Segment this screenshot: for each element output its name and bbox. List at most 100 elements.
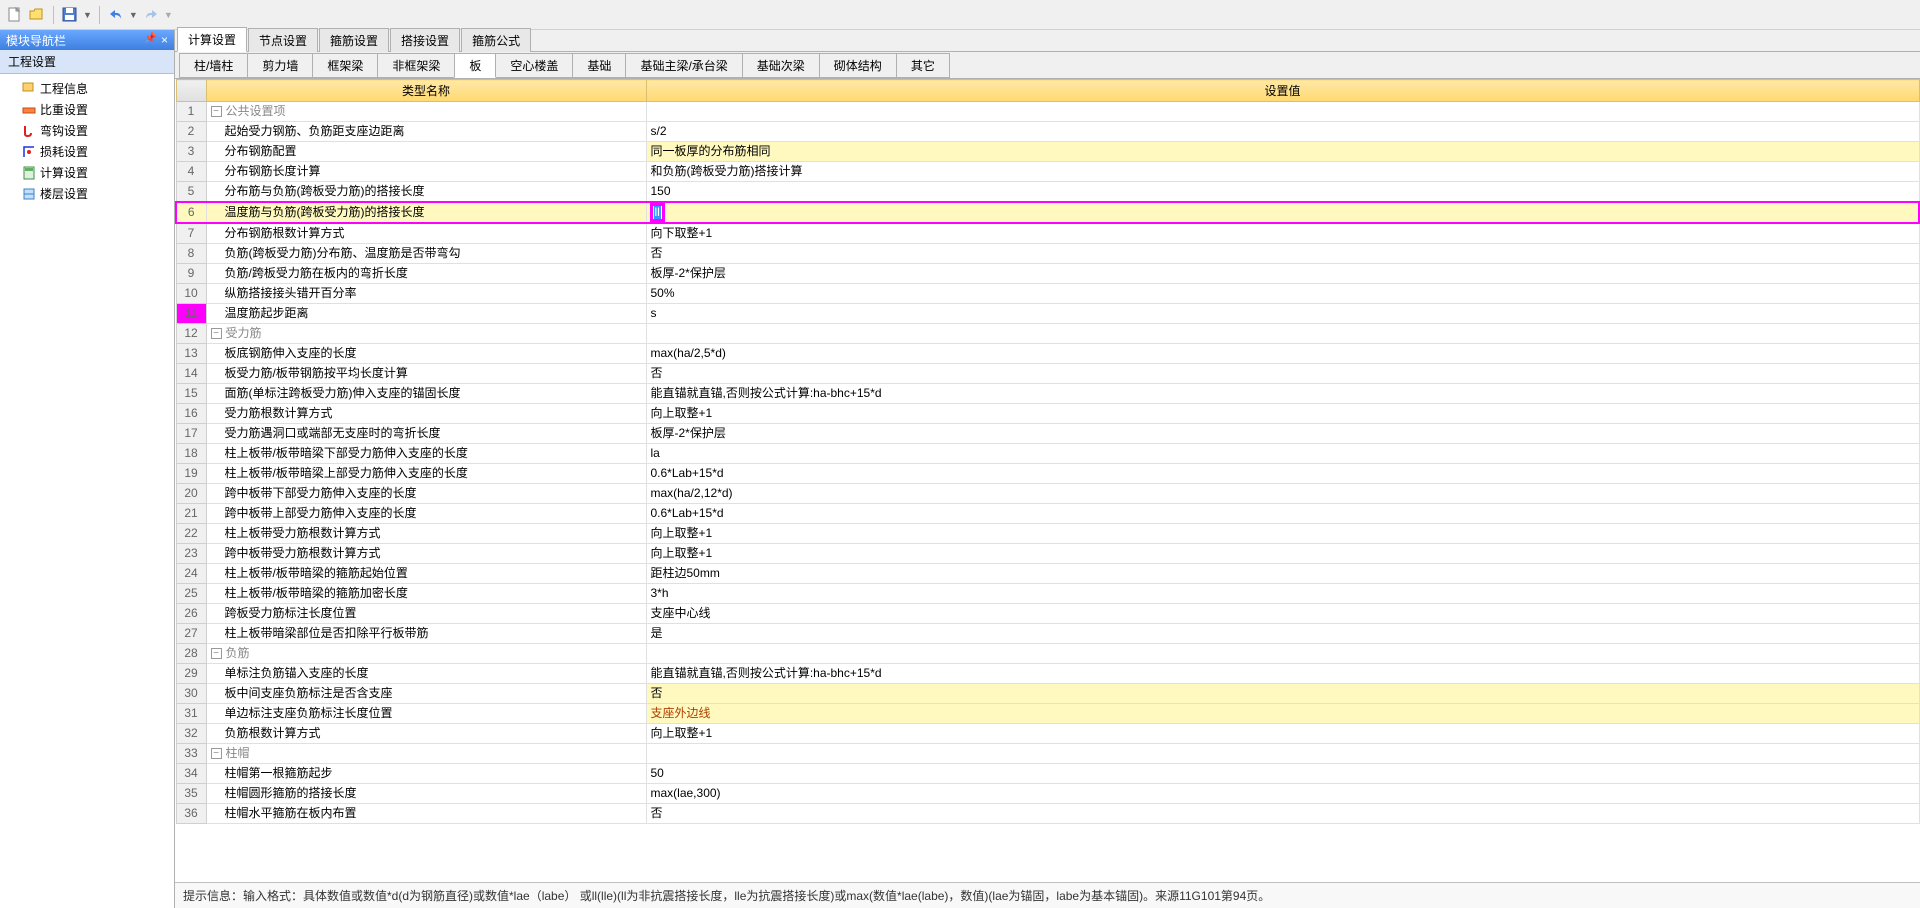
grid-row[interactable]: 24柱上板带/板带暗梁的箍筋起始位置距柱边50mm bbox=[176, 564, 1919, 584]
grid-row[interactable]: 31单边标注支座负筋标注长度位置支座外边线 bbox=[176, 704, 1919, 724]
undo-icon[interactable] bbox=[107, 6, 125, 24]
tab-3[interactable]: 搭接设置 bbox=[390, 28, 460, 52]
setting-value[interactable]: s/2 bbox=[646, 122, 1919, 142]
nav-item-0[interactable]: 工程信息 bbox=[0, 78, 174, 99]
setting-value[interactable]: 向上取整+1 bbox=[646, 544, 1919, 564]
setting-value[interactable]: 0.6*Lab+15*d bbox=[646, 504, 1919, 524]
save-icon[interactable] bbox=[61, 6, 79, 24]
subtab-9[interactable]: 砌体结构 bbox=[819, 53, 897, 78]
subtab-3[interactable]: 非框架梁 bbox=[377, 53, 455, 78]
setting-value[interactable]: 向下取整+1 bbox=[646, 223, 1919, 244]
collapse-icon[interactable]: − bbox=[211, 648, 222, 659]
setting-value[interactable]: s bbox=[646, 304, 1919, 324]
subtab-4[interactable]: 板 bbox=[454, 53, 496, 78]
setting-value[interactable]: max(lae,300) bbox=[646, 784, 1919, 804]
grid-row[interactable]: 10纵筋搭接接头错开百分率50% bbox=[176, 284, 1919, 304]
tab-0[interactable]: 计算设置 bbox=[177, 27, 247, 52]
grid-row[interactable]: 34柱帽第一根箍筋起步50 bbox=[176, 764, 1919, 784]
setting-value[interactable]: max(ha/2,5*d) bbox=[646, 344, 1919, 364]
subtab-2[interactable]: 框架梁 bbox=[312, 53, 378, 78]
grid-row[interactable]: 36柱帽水平箍筋在板内布置否 bbox=[176, 804, 1919, 824]
grid-row[interactable]: 9负筋/跨板受力筋在板内的弯折长度板厚-2*保护层 bbox=[176, 264, 1919, 284]
collapse-icon[interactable]: − bbox=[211, 328, 222, 339]
grid-row[interactable]: 14板受力筋/板带钢筋按平均长度计算否 bbox=[176, 364, 1919, 384]
section-header[interactable]: −受力筋 bbox=[206, 324, 646, 344]
tab-4[interactable]: 箍筋公式 bbox=[461, 28, 531, 52]
tab-1[interactable]: 节点设置 bbox=[248, 28, 318, 52]
grid-row[interactable]: 3分布钢筋配置同一板厚的分布筋相同 bbox=[176, 142, 1919, 162]
setting-value[interactable]: 0.6*Lab+15*d bbox=[646, 464, 1919, 484]
undo-dropdown-icon[interactable]: ▼ bbox=[129, 10, 138, 20]
setting-value[interactable]: 和负筋(跨板受力筋)搭接计算 bbox=[646, 162, 1919, 182]
grid-row[interactable]: 20跨中板带下部受力筋伸入支座的长度max(ha/2,12*d) bbox=[176, 484, 1919, 504]
grid-row[interactable]: 15面筋(单标注跨板受力筋)伸入支座的锚固长度能直锚就直锚,否则按公式计算:ha… bbox=[176, 384, 1919, 404]
grid-row[interactable]: 4分布钢筋长度计算和负筋(跨板受力筋)搭接计算 bbox=[176, 162, 1919, 182]
grid-row[interactable]: 7分布钢筋根数计算方式向下取整+1 bbox=[176, 223, 1919, 244]
setting-value[interactable]: 向上取整+1 bbox=[646, 524, 1919, 544]
grid-row[interactable]: 12−受力筋 bbox=[176, 324, 1919, 344]
grid-row[interactable]: 23跨中板带受力筋根数计算方式向上取整+1 bbox=[176, 544, 1919, 564]
setting-value[interactable]: 是 bbox=[646, 624, 1919, 644]
setting-value[interactable]: 否 bbox=[646, 364, 1919, 384]
setting-value[interactable]: 3*h bbox=[646, 584, 1919, 604]
grid-row[interactable]: 19柱上板带/板带暗梁上部受力筋伸入支座的长度0.6*Lab+15*d bbox=[176, 464, 1919, 484]
grid-row[interactable]: 16受力筋根数计算方式向上取整+1 bbox=[176, 404, 1919, 424]
nav-item-4[interactable]: 计算设置 bbox=[0, 162, 174, 183]
setting-value[interactable]: 50 bbox=[646, 764, 1919, 784]
subtab-7[interactable]: 基础主梁/承台梁 bbox=[625, 53, 742, 78]
pin-icon[interactable]: 📌 bbox=[145, 33, 157, 47]
setting-value[interactable]: 50% bbox=[646, 284, 1919, 304]
setting-value[interactable]: 向上取整+1 bbox=[646, 404, 1919, 424]
collapse-icon[interactable]: − bbox=[211, 106, 222, 117]
grid-row[interactable]: 5分布筋与负筋(跨板受力筋)的搭接长度150 bbox=[176, 182, 1919, 203]
grid-row[interactable]: 27柱上板带暗梁部位是否扣除平行板带筋是 bbox=[176, 624, 1919, 644]
setting-value[interactable]: max(ha/2,12*d) bbox=[646, 484, 1919, 504]
grid-row[interactable]: 35柱帽圆形箍筋的搭接长度max(lae,300) bbox=[176, 784, 1919, 804]
nav-item-1[interactable]: 比重设置 bbox=[0, 99, 174, 120]
col-header-name[interactable]: 类型名称 bbox=[206, 80, 646, 102]
save-dropdown-icon[interactable]: ▼ bbox=[83, 10, 92, 20]
setting-value[interactable]: 板厚-2*保护层 bbox=[646, 264, 1919, 284]
redo-icon[interactable] bbox=[142, 6, 160, 24]
grid-row[interactable]: 25柱上板带/板带暗梁的箍筋加密长度3*h bbox=[176, 584, 1919, 604]
subtab-10[interactable]: 其它 bbox=[896, 53, 950, 78]
setting-value[interactable]: 否 bbox=[646, 684, 1919, 704]
grid-row[interactable]: 29单标注负筋锚入支座的长度能直锚就直锚,否则按公式计算:ha-bhc+15*d bbox=[176, 664, 1919, 684]
close-icon[interactable]: × bbox=[161, 33, 168, 47]
subtab-8[interactable]: 基础次梁 bbox=[742, 53, 820, 78]
section-header[interactable]: −柱帽 bbox=[206, 744, 646, 764]
nav-item-3[interactable]: 损耗设置 bbox=[0, 141, 174, 162]
open-icon[interactable] bbox=[28, 6, 46, 24]
setting-value[interactable]: 同一板厚的分布筋相同 bbox=[646, 142, 1919, 162]
setting-value[interactable]: 向上取整+1 bbox=[646, 724, 1919, 744]
grid-row[interactable]: 6温度筋与负筋(跨板受力筋)的搭接长度ll bbox=[176, 202, 1919, 223]
subtab-5[interactable]: 空心楼盖 bbox=[495, 53, 573, 78]
setting-value[interactable]: 支座外边线 bbox=[646, 704, 1919, 724]
setting-value[interactable]: 能直锚就直锚,否则按公式计算:ha-bhc+15*d bbox=[646, 384, 1919, 404]
nav-item-5[interactable]: 楼层设置 bbox=[0, 183, 174, 204]
subtab-0[interactable]: 柱/墙柱 bbox=[179, 53, 248, 78]
grid-row[interactable]: 32负筋根数计算方式向上取整+1 bbox=[176, 724, 1919, 744]
grid-row[interactable]: 28−负筋 bbox=[176, 644, 1919, 664]
col-header-value[interactable]: 设置值 bbox=[646, 80, 1919, 102]
section-header[interactable]: −负筋 bbox=[206, 644, 646, 664]
grid-row[interactable]: 18柱上板带/板带暗梁下部受力筋伸入支座的长度la bbox=[176, 444, 1919, 464]
grid-row[interactable]: 13板底钢筋伸入支座的长度max(ha/2,5*d) bbox=[176, 344, 1919, 364]
settings-grid-wrapper[interactable]: 类型名称 设置值 1−公共设置项2起始受力钢筋、负筋距支座边距离s/23分布钢筋… bbox=[175, 79, 1920, 882]
subtab-6[interactable]: 基础 bbox=[572, 53, 626, 78]
setting-value[interactable]: la bbox=[646, 444, 1919, 464]
grid-row[interactable]: 33−柱帽 bbox=[176, 744, 1919, 764]
setting-value[interactable]: 150 bbox=[646, 182, 1919, 203]
grid-row[interactable]: 2起始受力钢筋、负筋距支座边距离s/2 bbox=[176, 122, 1919, 142]
setting-value[interactable]: 能直锚就直锚,否则按公式计算:ha-bhc+15*d bbox=[646, 664, 1919, 684]
grid-row[interactable]: 26跨板受力筋标注长度位置支座中心线 bbox=[176, 604, 1919, 624]
grid-row[interactable]: 17受力筋遇洞口或端部无支座时的弯折长度板厚-2*保护层 bbox=[176, 424, 1919, 444]
setting-value-input[interactable]: ll bbox=[646, 202, 1919, 223]
tab-2[interactable]: 箍筋设置 bbox=[319, 28, 389, 52]
nav-item-2[interactable]: 弯钩设置 bbox=[0, 120, 174, 141]
setting-value[interactable]: 支座中心线 bbox=[646, 604, 1919, 624]
grid-row[interactable]: 11温度筋起步距离s bbox=[176, 304, 1919, 324]
setting-value[interactable]: 板厚-2*保护层 bbox=[646, 424, 1919, 444]
setting-value[interactable]: 否 bbox=[646, 244, 1919, 264]
grid-row[interactable]: 30板中间支座负筋标注是否含支座否 bbox=[176, 684, 1919, 704]
